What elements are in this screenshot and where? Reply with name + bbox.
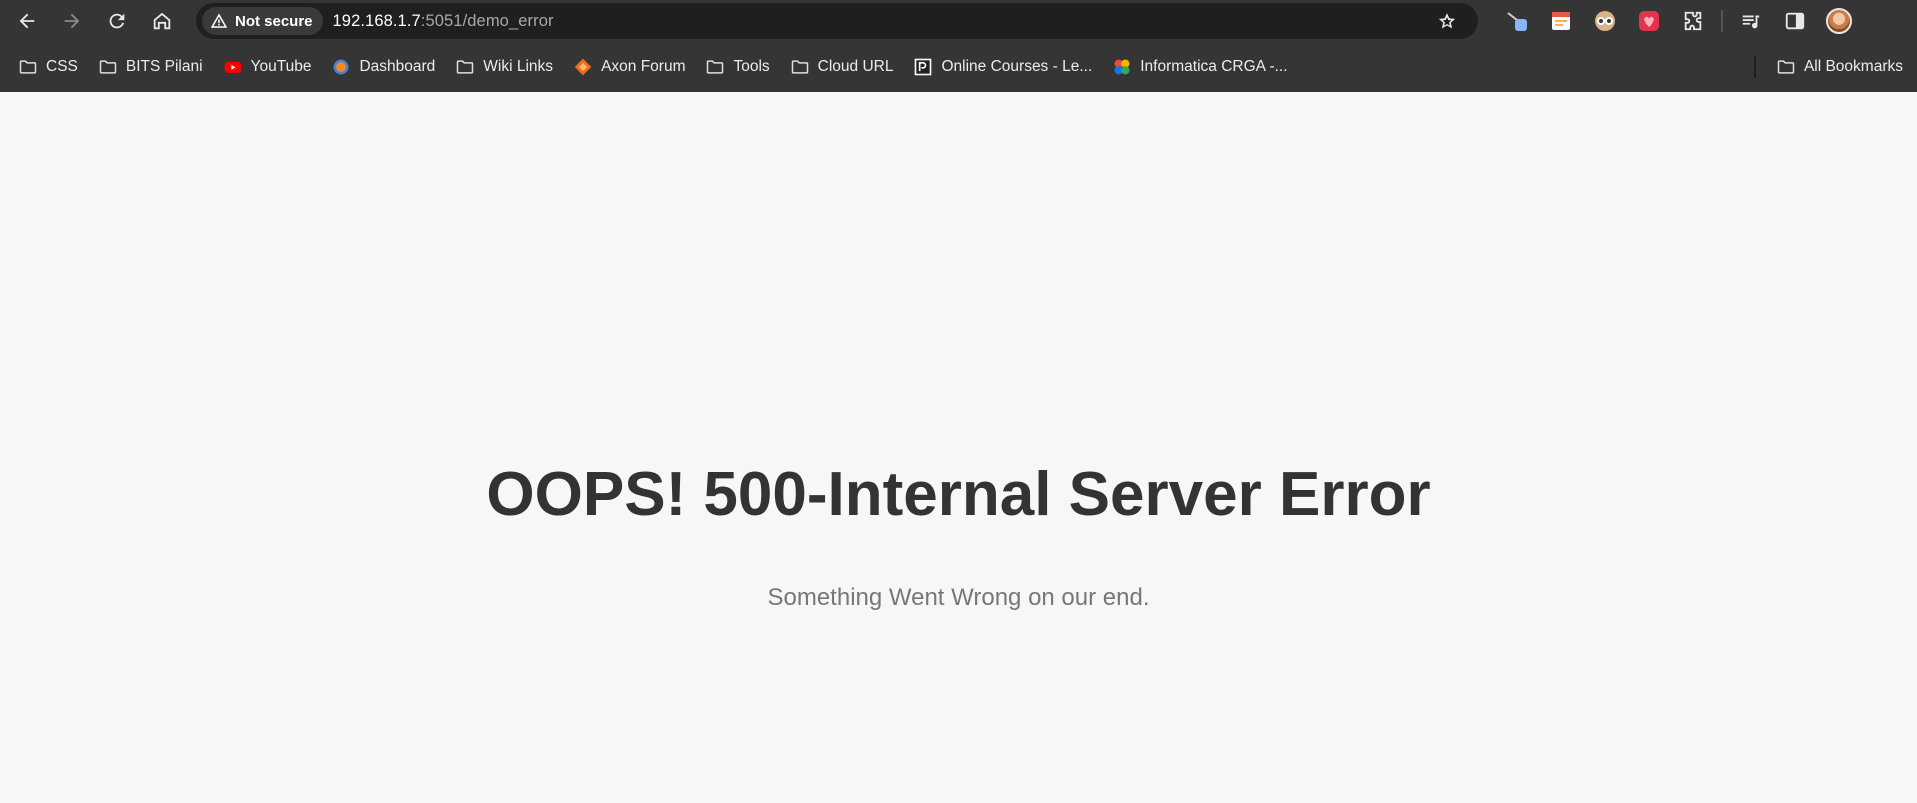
bookmark-online-courses[interactable]: Online Courses - Le... bbox=[903, 51, 1102, 83]
bookmark-youtube[interactable]: YouTube bbox=[213, 51, 322, 83]
bookmark-informatica-crga[interactable]: Informatica CRGA -... bbox=[1102, 51, 1297, 83]
folder-icon bbox=[1776, 57, 1796, 77]
reload-icon bbox=[109, 13, 125, 29]
folder-icon bbox=[790, 57, 810, 77]
bookmark-label: BITS Pilani bbox=[125, 58, 203, 75]
back-button[interactable] bbox=[7, 1, 47, 41]
security-indicator[interactable]: Not secure bbox=[202, 7, 323, 35]
all-bookmarks-button[interactable]: All Bookmarks bbox=[1766, 51, 1913, 83]
avatar bbox=[1826, 8, 1852, 34]
red-extension-button[interactable] bbox=[1627, 1, 1671, 41]
bookmark-label: Axon Forum bbox=[601, 58, 686, 75]
bookmarks-bar: CSS BITS Pilani YouTube Dashboard Wiki L… bbox=[0, 42, 1917, 92]
bookmark-label: YouTube bbox=[250, 58, 312, 75]
bookmark-cloud-url[interactable]: Cloud URL bbox=[780, 51, 904, 83]
owl-extension-icon bbox=[1595, 11, 1615, 31]
pen-extension-button[interactable] bbox=[1495, 1, 1539, 41]
folder-icon bbox=[455, 57, 475, 77]
pen-extension-icon bbox=[1507, 12, 1527, 31]
bookmark-star-button[interactable] bbox=[1434, 8, 1460, 34]
red-extension-icon bbox=[1639, 11, 1659, 31]
home-icon bbox=[153, 12, 171, 30]
page-content: OOPS! 500-Internal Server Error Somethin… bbox=[0, 92, 1917, 803]
bookmark-label: Cloud URL bbox=[817, 58, 894, 75]
home-button[interactable] bbox=[142, 1, 182, 41]
forward-button[interactable] bbox=[52, 1, 92, 41]
address-bar[interactable]: Not secure 192.168.1.7:5051/demo_error bbox=[196, 3, 1478, 39]
star-icon bbox=[1438, 13, 1456, 29]
bookmark-label: CSS bbox=[46, 58, 78, 75]
media-control-icon bbox=[1742, 15, 1760, 29]
bookmark-css[interactable]: CSS bbox=[8, 51, 88, 83]
side-panel-icon bbox=[1785, 12, 1805, 30]
calendar-extension-button[interactable] bbox=[1539, 1, 1583, 41]
folder-icon bbox=[98, 57, 118, 77]
bookmark-label: Dashboard bbox=[359, 58, 436, 75]
dashboard-icon bbox=[331, 57, 351, 77]
bookmark-dashboard[interactable]: Dashboard bbox=[321, 51, 445, 83]
bookmark-label: Wiki Links bbox=[483, 58, 554, 75]
bookmarks-right: All Bookmarks bbox=[1753, 51, 1913, 83]
bookmark-label: Informatica CRGA -... bbox=[1140, 58, 1288, 75]
error-title: OOPS! 500-Internal Server Error bbox=[486, 460, 1431, 529]
bookmark-wiki-links[interactable]: Wiki Links bbox=[445, 51, 563, 83]
extensions-area bbox=[1495, 0, 1861, 42]
calendar-extension-icon bbox=[1552, 12, 1570, 30]
youtube-icon bbox=[223, 57, 243, 77]
browser-toolbar: Not secure 192.168.1.7:5051/demo_error bbox=[0, 0, 1917, 42]
extensions-puzzle-icon bbox=[1684, 11, 1702, 31]
bookmark-label: Online Courses - Le... bbox=[941, 58, 1093, 75]
folder-icon bbox=[18, 57, 38, 77]
security-label: Not secure bbox=[235, 12, 313, 30]
bookmarks-divider bbox=[1753, 56, 1756, 78]
bookmark-bits-pilani[interactable]: BITS Pilani bbox=[88, 51, 213, 83]
all-bookmarks-label: All Bookmarks bbox=[1803, 58, 1903, 75]
owl-extension-button[interactable] bbox=[1583, 1, 1627, 41]
axon-icon bbox=[573, 57, 593, 77]
courses-icon bbox=[913, 57, 933, 77]
navigation-buttons bbox=[0, 1, 182, 41]
error-subtitle: Something Went Wrong on our end. bbox=[767, 584, 1150, 611]
bookmark-tools[interactable]: Tools bbox=[695, 51, 779, 83]
profile-button[interactable] bbox=[1817, 1, 1861, 41]
forward-icon bbox=[64, 13, 80, 29]
bookmark-label: Tools bbox=[733, 58, 770, 75]
url-path: :5051/demo_error bbox=[420, 11, 554, 30]
extensions-button[interactable] bbox=[1671, 1, 1715, 41]
media-control-button[interactable] bbox=[1729, 1, 1773, 41]
toolbar-divider bbox=[1721, 10, 1723, 32]
bookmark-axon-forum[interactable]: Axon Forum bbox=[563, 51, 695, 83]
url-host: 192.168.1.7 bbox=[332, 11, 421, 30]
browser-window: Not secure 192.168.1.7:5051/demo_error C… bbox=[0, 0, 1917, 803]
url-text[interactable]: 192.168.1.7:5051/demo_error bbox=[333, 12, 554, 31]
side-panel-button[interactable] bbox=[1773, 1, 1817, 41]
back-icon bbox=[19, 13, 35, 29]
warning-icon bbox=[210, 13, 228, 28]
informatica-icon bbox=[1112, 57, 1132, 77]
reload-button[interactable] bbox=[97, 1, 137, 41]
folder-icon bbox=[705, 57, 725, 77]
